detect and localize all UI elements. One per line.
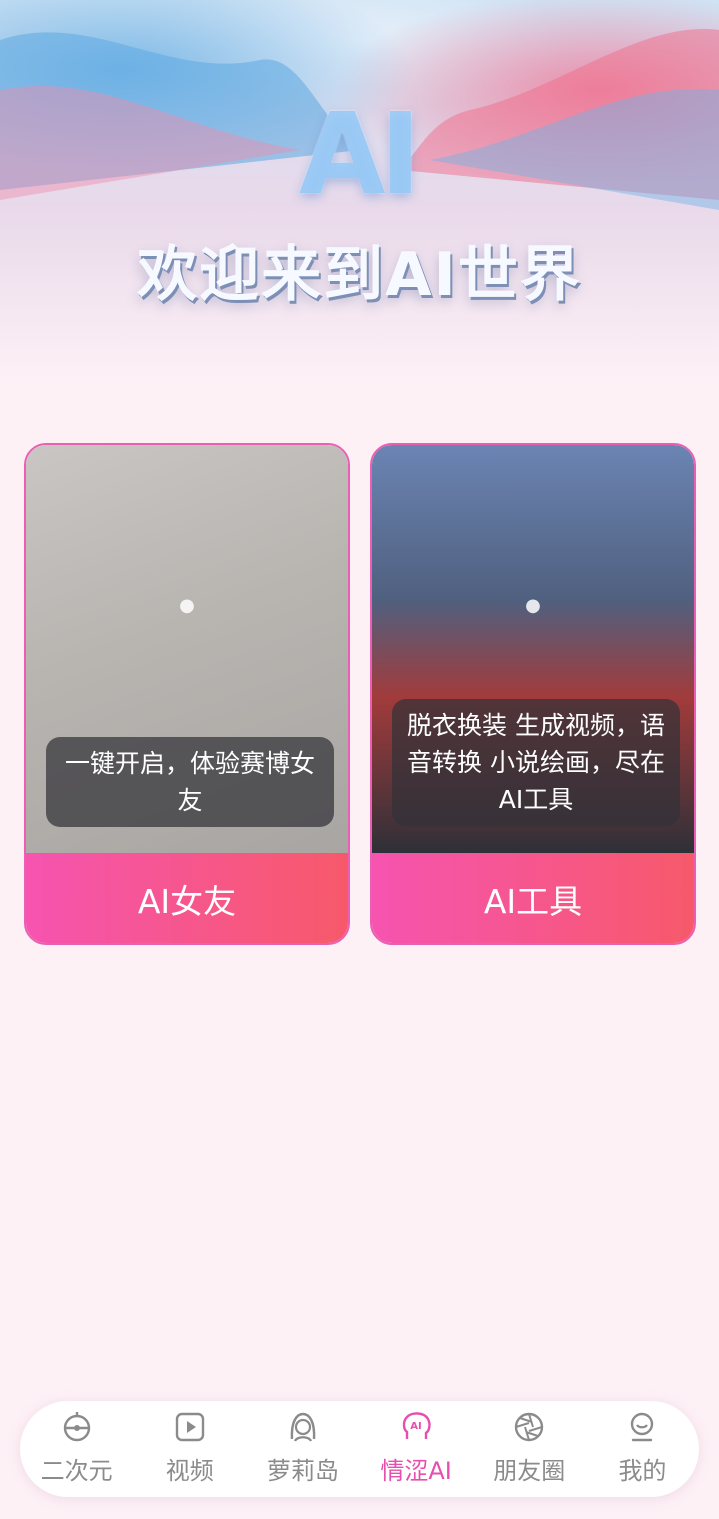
- tab-label: 二次元: [40, 1457, 113, 1485]
- ai-girlfriend-button[interactable]: AI女友: [26, 853, 348, 943]
- card-caption: 脱衣换装 生成视频，语音转换 小说绘画，尽在AI工具: [392, 699, 680, 826]
- girl-face-icon: [290, 1412, 316, 1442]
- tab-moments[interactable]: 朋友圈: [473, 1401, 586, 1497]
- bell-icon: [63, 1412, 90, 1442]
- tab-profile[interactable]: 我的: [586, 1401, 699, 1497]
- ai-tools-card[interactable]: ● 脱衣换装 生成视频，语音转换 小说绘画，尽在AI工具 AI工具: [370, 443, 696, 945]
- tab-label: 情涩AI: [380, 1457, 452, 1485]
- image-withheld-mark: ●: [179, 595, 195, 616]
- hero-title: 欢迎来到AI世界: [137, 240, 582, 310]
- card-caption: 一键开启，体验赛博女友: [46, 737, 334, 827]
- ai-logo: AI: [298, 90, 421, 220]
- play-icon: [175, 1412, 204, 1442]
- aperture-icon: [515, 1412, 544, 1442]
- tab-label: 我的: [618, 1457, 667, 1485]
- ai-tools-button[interactable]: AI工具: [372, 853, 694, 943]
- tab-anime[interactable]: 二次元: [20, 1401, 133, 1497]
- bottom-tab-bar: 二次元 视频 萝莉岛 AI 情涩AI 朋友圈 我的: [20, 1401, 699, 1497]
- hero-banner: AI 欢迎来到AI世界: [0, 0, 719, 380]
- profile-icon: [631, 1412, 654, 1442]
- ai-girlfriend-card[interactable]: ● 一键开启，体验赛博女友 AI女友: [24, 443, 350, 945]
- svg-text:AI: AI: [410, 1421, 421, 1432]
- ai-head-icon: AI: [402, 1412, 431, 1439]
- tab-video[interactable]: 视频: [133, 1401, 246, 1497]
- tab-ai[interactable]: AI 情涩AI: [360, 1401, 473, 1497]
- image-withheld-mark: ●: [525, 595, 541, 616]
- tab-label: 视频: [165, 1457, 214, 1485]
- tab-label: 朋友圈: [493, 1457, 566, 1485]
- tab-lolita-island[interactable]: 萝莉岛: [246, 1401, 359, 1497]
- tab-label: 萝莉岛: [266, 1457, 339, 1485]
